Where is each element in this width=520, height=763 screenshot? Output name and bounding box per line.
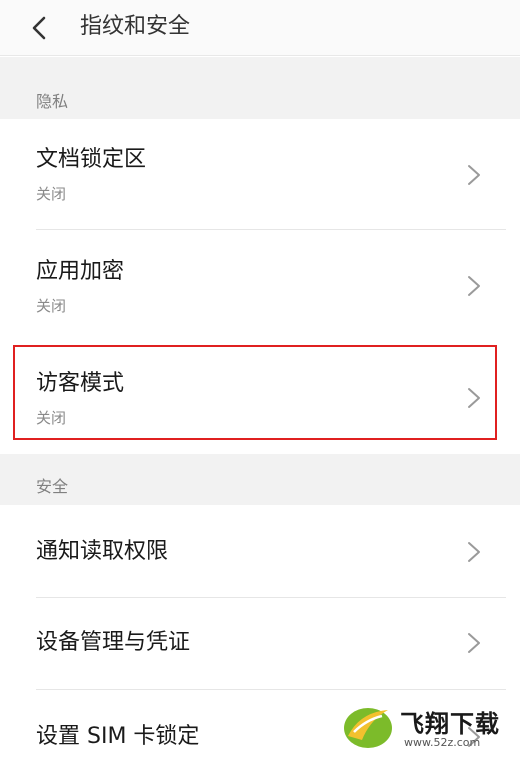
setting-title: 应用加密	[36, 259, 125, 284]
chevron-right-icon	[468, 633, 480, 653]
chevron-right-icon	[468, 542, 480, 562]
setting-title: 文档锁定区	[36, 147, 147, 172]
setting-title: 设备管理与凭证	[36, 630, 191, 655]
setting-item-notification-access[interactable]: 通知读取权限	[0, 505, 520, 598]
section-header-security: 安全	[0, 454, 520, 505]
setting-status: 关闭	[36, 185, 67, 203]
watermark-url: www.52z.com	[404, 736, 481, 749]
watermark: 飞翔下载 www.52z.com	[340, 700, 516, 758]
title-bar: 指纹和安全	[0, 0, 520, 56]
watermark-logo-icon	[344, 708, 392, 748]
divider	[36, 597, 506, 598]
setting-status: 关闭	[36, 297, 67, 315]
section-label: 安全	[36, 477, 69, 496]
page-title: 指纹和安全	[80, 14, 191, 39]
highlight-box	[13, 345, 497, 440]
setting-title: 设置 SIM 卡锁定	[36, 724, 200, 749]
divider	[36, 689, 506, 690]
setting-item-device-admin[interactable]: 设备管理与凭证	[0, 599, 520, 690]
back-arrow-icon	[32, 16, 46, 40]
setting-item-doc-lock[interactable]: 文档锁定区 关闭	[0, 119, 520, 230]
back-button[interactable]	[24, 8, 64, 48]
chevron-right-icon	[468, 276, 480, 296]
divider	[36, 229, 506, 230]
section-header-privacy: 隐私	[0, 57, 520, 119]
chevron-right-icon	[468, 165, 480, 185]
watermark-text: 飞翔下载	[400, 710, 500, 738]
section-label: 隐私	[36, 92, 69, 111]
setting-item-app-encrypt[interactable]: 应用加密 关闭	[0, 231, 520, 342]
setting-title: 通知读取权限	[36, 539, 169, 564]
